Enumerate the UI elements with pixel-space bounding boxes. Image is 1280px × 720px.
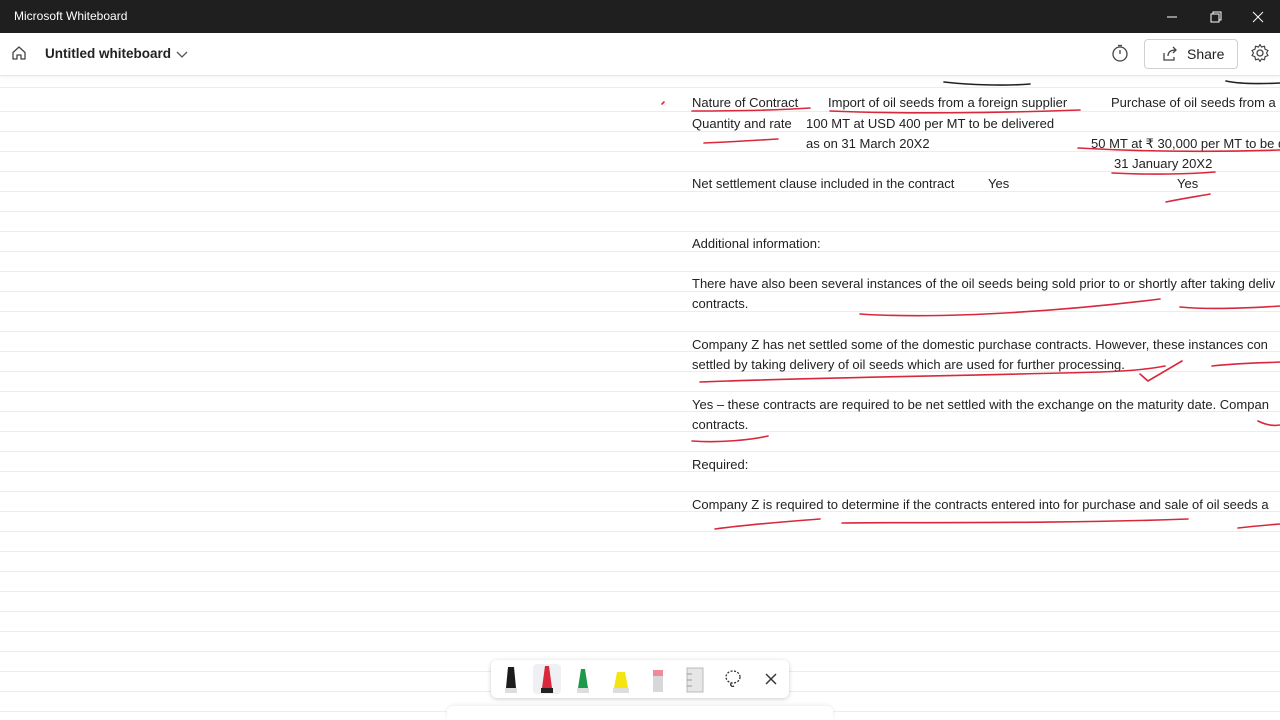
yellow-highlighter-icon[interactable] <box>607 664 635 694</box>
close-icon <box>1252 11 1264 22</box>
home-button[interactable] <box>8 42 30 64</box>
ink-toolbar <box>491 660 789 698</box>
lasso-select-icon[interactable] <box>719 664 747 694</box>
black-pen-icon[interactable] <box>497 664 525 694</box>
app-title: Microsoft Whiteboard <box>14 9 128 23</box>
app-bar: Untitled whiteboard Share <box>0 33 1280 76</box>
minimize-icon <box>1167 16 1177 17</box>
whiteboard-canvas[interactable]: Nature of Contract Import of oil seeds f… <box>0 76 1280 720</box>
share-button[interactable]: Share <box>1144 39 1238 69</box>
share-icon <box>1163 46 1177 61</box>
bottom-toolbar[interactable] <box>447 706 833 720</box>
red-ink-strokes <box>661 101 1280 530</box>
title-bar: Microsoft Whiteboard <box>0 0 1280 33</box>
restore-button[interactable] <box>1194 0 1238 33</box>
gear-icon[interactable] <box>1250 43 1270 63</box>
chevron-down-icon[interactable] <box>175 47 189 61</box>
red-pen-icon[interactable] <box>533 664 561 694</box>
close-window-button[interactable] <box>1236 0 1280 33</box>
home-icon <box>12 46 26 60</box>
close-toolbar-icon[interactable] <box>757 664 785 694</box>
board-title[interactable]: Untitled whiteboard <box>45 46 171 61</box>
restore-icon <box>1210 11 1222 22</box>
ruler-icon[interactable] <box>681 664 709 694</box>
eraser-icon[interactable] <box>644 664 672 694</box>
green-pen-icon[interactable] <box>569 664 597 694</box>
black-ink-strokes <box>943 80 1280 86</box>
timer-icon[interactable] <box>1110 43 1130 63</box>
minimize-button[interactable] <box>1150 0 1194 33</box>
share-label: Share <box>1187 46 1225 62</box>
ink-layer <box>661 80 1280 530</box>
